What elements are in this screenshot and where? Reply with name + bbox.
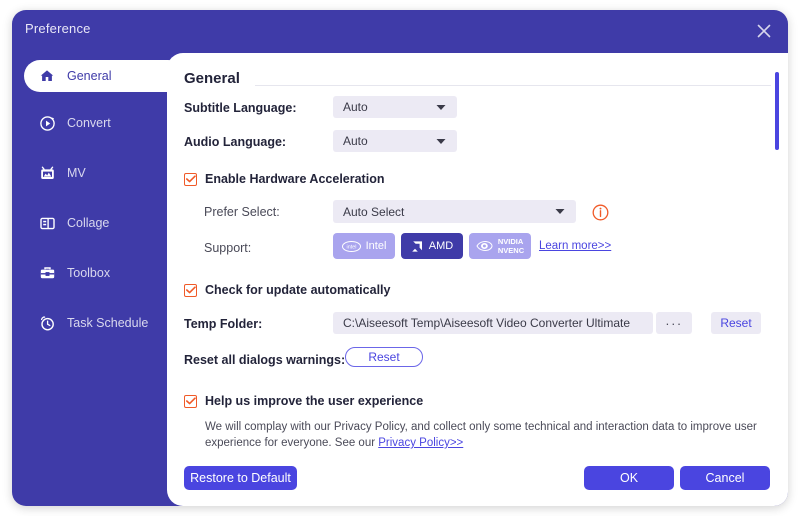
info-circle-icon[interactable] [592,204,609,221]
intel-logo-icon: intel [341,240,361,252]
dialog-title: Preference [25,21,91,36]
nvidia-line-1: NVIDIA [497,237,524,246]
vendor-badge-nvidia-nvenc[interactable]: NVIDIA NVENC [469,233,531,259]
chevron-down-icon [431,138,451,145]
screenshot-root: Preference General Convert MV Collage To… [0,0,800,516]
sidebar-item-label: MV [67,166,86,180]
audio-language-select[interactable]: Auto [333,130,457,152]
improve-experience-checkbox[interactable]: Help us improve the user experience [184,394,423,408]
subtitle-language-select[interactable]: Auto [333,96,457,118]
sidebar-item-label: Collage [67,216,110,230]
subtitle-language-label: Subtitle Language: [184,101,297,115]
vendor-badge-amd[interactable]: AMD [401,233,463,259]
improve-experience-label: Help us improve the user experience [205,394,424,408]
sidebar-item-label: Task Schedule [67,316,149,330]
svg-text:intel: intel [346,244,356,250]
privacy-description: We will complay with our Privacy Policy,… [205,419,771,451]
sidebar-item-label: General [67,69,112,83]
vendor-badge-label: NVIDIA NVENC [498,237,524,255]
prefer-select-label: Prefer Select: [204,205,280,219]
learn-more-link[interactable]: Learn more>> [539,240,611,252]
temp-folder-value: C:\Aiseesoft Temp\Aiseesoft Video Conver… [343,316,631,330]
title-divider [255,85,771,86]
chevron-down-icon [550,208,570,215]
temp-folder-browse-button[interactable]: ··· [656,312,692,334]
sidebar-item-general[interactable]: General [24,60,184,92]
dialog-titlebar: Preference [12,10,788,50]
cancel-button[interactable]: Cancel [680,466,770,490]
vendor-badge-intel[interactable]: intel Intel [333,233,395,259]
nvidia-logo-icon [476,240,493,252]
scrollbar-thumb[interactable] [775,72,779,150]
temp-folder-path-field[interactable]: C:\Aiseesoft Temp\Aiseesoft Video Conver… [333,312,653,334]
page-title: General [184,70,240,87]
layout-panels-icon [38,214,56,232]
sidebar-item-mv[interactable]: MV [24,157,176,189]
sidebar-item-label: Convert [67,116,111,130]
enable-hardware-acceleration-label: Enable Hardware Acceleration [205,172,385,186]
reset-dialogs-label: Reset all dialogs warnings: [184,353,346,367]
prefer-select-dropdown[interactable]: Auto Select [333,200,576,223]
video-board-icon [38,164,56,182]
toolbox-icon [38,264,56,282]
temp-folder-reset-button[interactable]: Reset [711,312,761,334]
check-update-label: Check for update automatically [205,283,391,297]
preferences-panel: General Subtitle Language: Auto Audio La… [167,53,788,506]
support-label: Support: [204,241,252,255]
reset-dialogs-button[interactable]: Reset [345,347,423,367]
play-circle-icon [38,114,56,132]
sidebar-item-label: Toolbox [67,266,111,280]
check-update-checkbox[interactable]: Check for update automatically [184,283,390,297]
enable-hardware-acceleration-checkbox[interactable]: Enable Hardware Acceleration [184,172,384,186]
sidebar-item-convert[interactable]: Convert [24,107,176,139]
subtitle-language-value: Auto [343,100,368,114]
preference-dialog: Preference General Convert MV Collage To… [12,10,788,506]
home-icon [38,67,56,85]
sidebar-item-collage[interactable]: Collage [24,207,176,239]
audio-language-value: Auto [343,134,368,148]
vendor-badge-label: AMD [428,240,454,252]
restore-to-default-button[interactable]: Restore to Default [184,466,297,490]
checkbox-checked-icon [184,394,197,408]
prefer-select-value: Auto Select [343,204,405,219]
chevron-down-icon [431,104,451,111]
sidebar-item-toolbox[interactable]: Toolbox [24,257,176,289]
alarm-clock-icon [38,314,56,332]
checkbox-checked-icon [184,172,197,186]
temp-folder-label: Temp Folder: [184,317,263,331]
checkbox-checked-icon [184,283,197,297]
audio-language-label: Audio Language: [184,135,287,149]
ok-button[interactable]: OK [584,466,674,490]
nvidia-line-2: NVENC [497,246,525,255]
privacy-policy-link[interactable]: Privacy Policy>> [378,437,463,449]
privacy-description-text: We will complay with our Privacy Policy,… [205,421,757,449]
vendor-badge-label: Intel [365,240,387,252]
sidebar: General Convert MV Collage Toolbox Task … [12,50,184,506]
close-icon[interactable] [750,17,778,45]
sidebar-item-task-schedule[interactable]: Task Schedule [24,307,176,339]
amd-logo-icon [411,240,424,253]
